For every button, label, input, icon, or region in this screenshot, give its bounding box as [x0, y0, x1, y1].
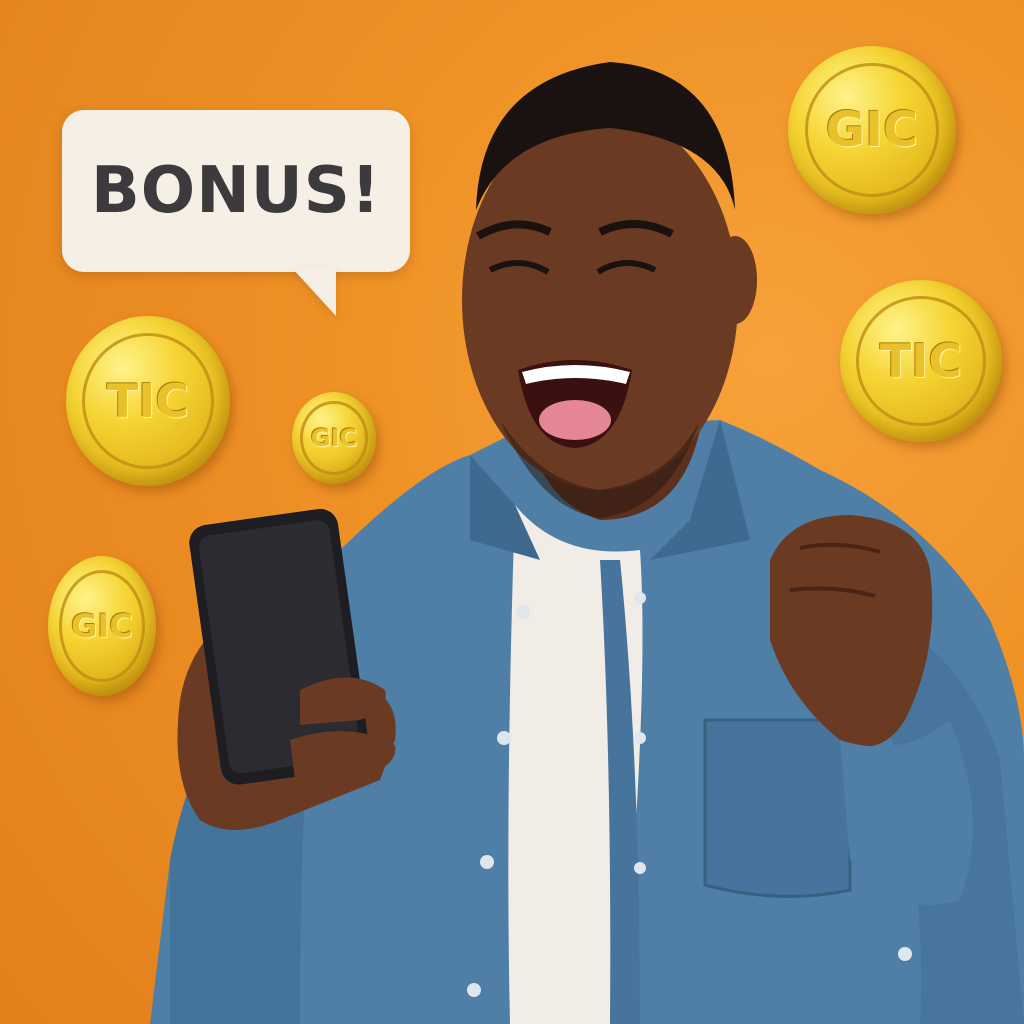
- chest-pocket: [703, 718, 852, 898]
- promo-scene: BONUS! GIC TIC TIC GIC GIC: [0, 0, 1024, 1024]
- excited-man-with-phone: [150, 62, 1024, 1024]
